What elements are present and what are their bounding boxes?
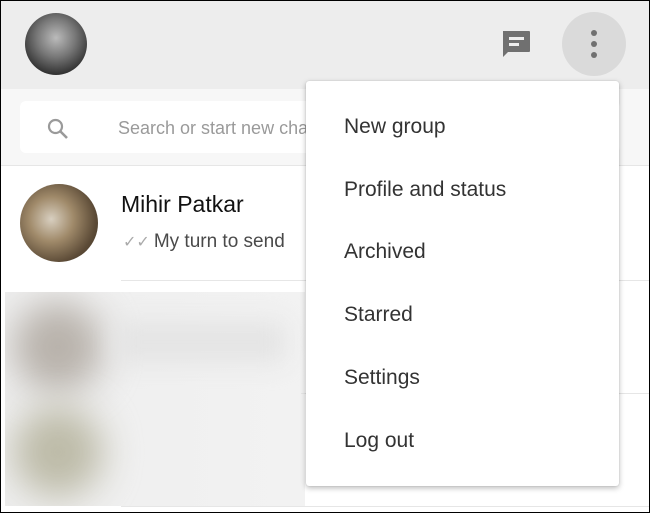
menu-item-profile-status[interactable]: Profile and status <box>306 158 619 221</box>
dropdown-menu: New group Profile and status Archived St… <box>306 81 619 486</box>
menu-dot-icon <box>591 41 597 47</box>
menu-button[interactable] <box>562 12 626 76</box>
new-chat-icon[interactable] <box>500 29 532 59</box>
menu-dot-icon <box>591 52 597 58</box>
menu-item-log-out[interactable]: Log out <box>306 409 619 472</box>
search-icon <box>47 118 68 139</box>
menu-dot-icon <box>591 30 597 36</box>
menu-item-settings[interactable]: Settings <box>306 346 619 409</box>
whatsapp-web-app: Search or start new chat Mihir Patkar ✓✓… <box>1 1 649 512</box>
preview-text: My turn to send <box>153 231 285 252</box>
contact-avatar <box>20 184 98 262</box>
menu-item-new-group[interactable]: New group <box>306 95 619 158</box>
blurred-chats <box>5 292 305 506</box>
menu-item-starred[interactable]: Starred <box>306 283 619 346</box>
contact-name: Mihir Patkar <box>121 191 244 217</box>
double-check-icon: ✓✓ <box>123 234 150 251</box>
menu-item-archived[interactable]: Archived <box>306 220 619 283</box>
header <box>1 1 649 89</box>
message-preview: ✓✓ My turn to send <box>123 231 285 253</box>
divider <box>121 506 649 507</box>
user-avatar[interactable] <box>25 13 87 75</box>
search-placeholder: Search or start new chat <box>118 118 314 138</box>
